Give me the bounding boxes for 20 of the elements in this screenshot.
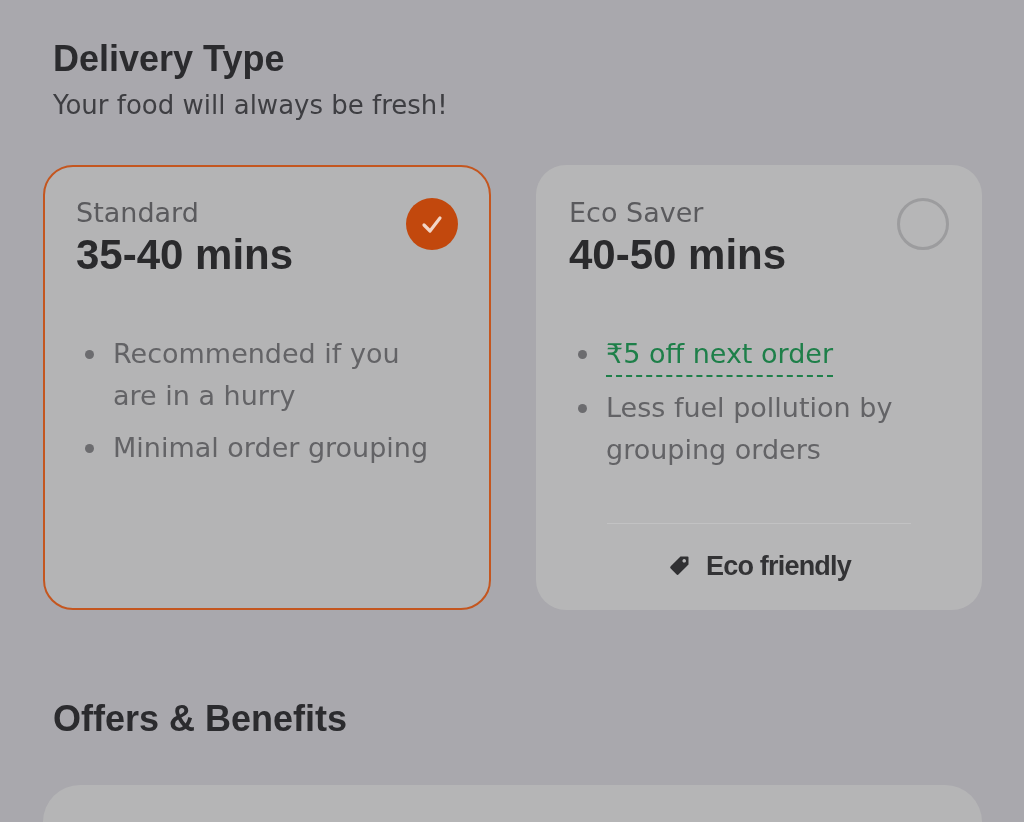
bullet-icon (578, 404, 587, 413)
bullet-icon (85, 444, 94, 453)
delivery-time: 35-40 mins (76, 231, 294, 279)
option-name: Standard (76, 196, 199, 230)
bullet-icon (578, 350, 587, 359)
tag-icon (667, 554, 691, 578)
benefit-text: Minimal order grouping (113, 431, 430, 465)
tag-label: Eco friendly (706, 550, 851, 582)
delivery-option-card[interactable]: Eco Saver 40-50 mins ₹5 off next order Less fuel pollution by grouping orders Eco friendly (536, 165, 982, 610)
section-title: Offers & Benefits (53, 698, 348, 740)
bullet-icon (85, 350, 94, 359)
check-circle-icon[interactable] (406, 198, 458, 250)
delivery-time: 40-50 mins (569, 231, 787, 279)
section-subtitle: Your food will always be fresh! (53, 89, 448, 122)
radio-circle-icon[interactable] (897, 198, 949, 250)
option-name: Eco Saver (569, 196, 704, 230)
delivery-option-card[interactable]: Standard 35-40 mins Recommended if you are in a hurry Minimal order grouping (43, 165, 491, 610)
benefit-text: Recommended if you are in a hurry (113, 337, 401, 413)
section-title: Delivery Type (53, 38, 285, 80)
benefit-text: Less fuel pollution by grouping orders (606, 391, 894, 467)
